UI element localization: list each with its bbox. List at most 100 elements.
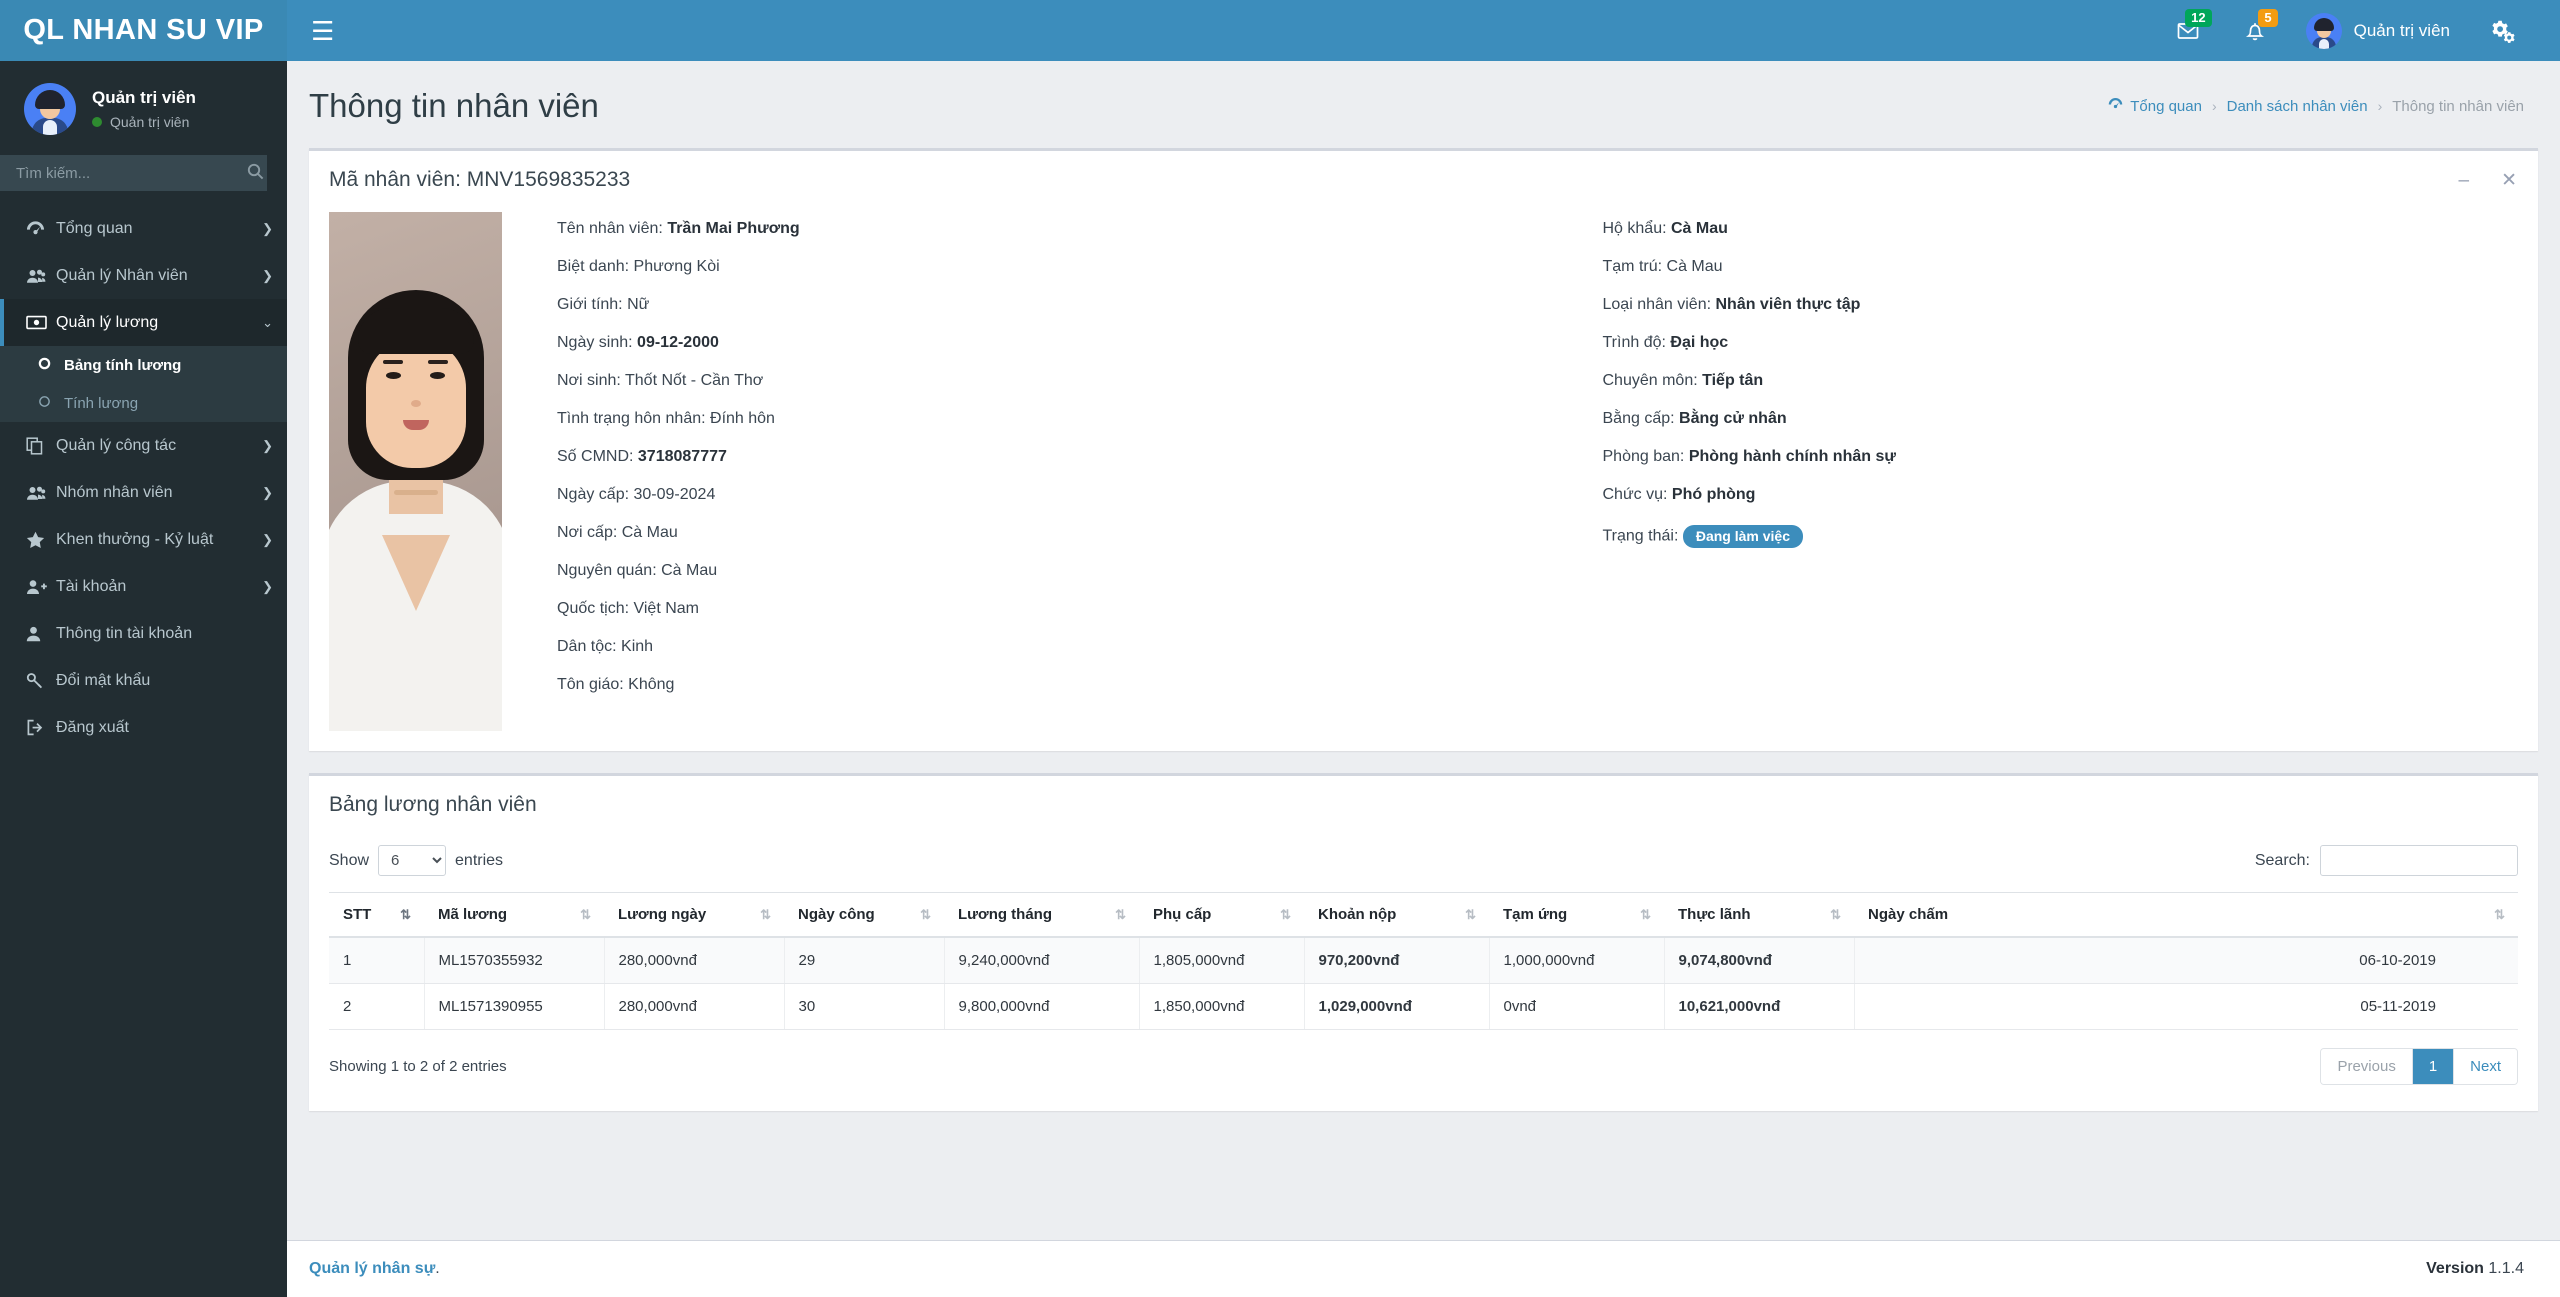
sidebar-item-quan-ly-nhan-vien[interactable]: Quản lý Nhân viên ❯ [0, 252, 287, 299]
circle-o-icon [38, 395, 64, 412]
table-search-input[interactable] [2320, 845, 2518, 876]
cell-luong-ngay: 280,000vnđ [604, 937, 785, 984]
notifications-button[interactable]: 5 [2222, 0, 2288, 61]
settings-button[interactable] [2468, 0, 2538, 61]
users-icon [26, 268, 56, 284]
navbar-right-group: 12 5 Quản trị viên [2154, 0, 2538, 61]
column-header-thuc-lanh[interactable]: Thực lãnh ⇅ [1664, 892, 1854, 938]
salary-card-title: Bảng lương nhân viên [329, 793, 537, 816]
footer: Quản lý nhân sự. Version 1.1.4 [287, 1240, 2560, 1297]
search-box[interactable] [0, 155, 267, 191]
sidebar-item-khen-thuong-ky-luat[interactable]: Khen thưởng - Kỷ luật ❯ [0, 516, 287, 563]
sort-icon: ⇅ [1115, 906, 1126, 922]
field-chuc-vu: Chức vụ: Phó phòng [1602, 486, 1756, 503]
employee-info-left: Tên nhân viên: Trần Mai Phương Biệt danh… [557, 212, 1473, 731]
footer-link[interactable]: Quản lý nhân sự [309, 1260, 435, 1277]
sidebar-item-label: Thông tin tài khoản [56, 624, 193, 642]
app-body: Quản trị viên Quản trị viên Tìm kiếm... … [0, 61, 2560, 1240]
sidebar-item-quan-ly-luong[interactable]: Quản lý lương ⌄ Bảng tính lương Tính lươ… [0, 299, 287, 422]
sidebar-item-thong-tin-tai-khoan[interactable]: Thông tin tài khoản [0, 610, 287, 657]
main-content: Thông tin nhân viên Tổng quan › Danh sác… [287, 61, 2560, 1240]
column-header-ngay-cong[interactable]: Ngày công ⇅ [784, 892, 944, 938]
breadcrumb-separator-icon: › [2377, 98, 2383, 114]
page-button-1[interactable]: 1 [2412, 1049, 2455, 1084]
page-length-select[interactable]: 6 10 25 50 100 [378, 845, 447, 876]
field-quoc-tich: Quốc tịch: Việt Nam [557, 600, 699, 617]
sidebar-item-tong-quan[interactable]: Tổng quan ❯ [0, 205, 287, 252]
column-header-luong-thang[interactable]: Lương tháng ⇅ [944, 892, 1139, 938]
field-ngay-sinh: Ngày sinh: 09-12-2000 [557, 334, 719, 351]
dashboard-icon [2108, 97, 2123, 115]
cell-luong-thang: 9,240,000vnđ [944, 937, 1140, 984]
notifications-badge: 5 [2258, 9, 2278, 28]
content-body: Mã nhân viên: MNV1569835233 – ✕ Tên nhân… [287, 148, 2560, 1240]
sidebar-item-tai-khoan[interactable]: Tài khoản ❯ [0, 563, 287, 610]
column-header-tam-ung[interactable]: Tạm ứng ⇅ [1489, 892, 1664, 938]
sidebar-user-role: Quản trị viên [110, 114, 190, 130]
field-noi-cap: Nơi cấp: Cà Mau [557, 524, 678, 541]
datatable-footer: Showing 1 to 2 of 2 entries Previous 1 N… [329, 1030, 2518, 1091]
search-input[interactable] [0, 164, 231, 182]
column-header-ngay-cham[interactable]: Ngày chấm ⇅ [1854, 892, 2518, 938]
cell-ngay-cham: 06-10-2019 [1854, 937, 2518, 984]
next-page-button[interactable]: Next [2454, 1049, 2517, 1084]
circle-icon [38, 357, 64, 374]
field-nguyen-quan: Nguyên quán: Cà Mau [557, 562, 718, 579]
status-badge: Đang làm việc [1682, 525, 1803, 548]
table-row[interactable]: 2 ML1571390955 280,000vnđ 30 9,800,000vn… [329, 983, 2518, 1030]
cell-khoan-nop: 970,200vnđ [1304, 937, 1490, 984]
sidebar-item-quan-ly-cong-tac[interactable]: Quản lý công tác ❯ [0, 422, 287, 469]
breadcrumb-label: Danh sách nhân viên [2226, 97, 2368, 115]
field-phong-ban: Phòng ban: Phòng hành chính nhân sự [1602, 448, 1896, 465]
gears-icon [2490, 19, 2516, 43]
sidebar-item-nhom-nhan-vien[interactable]: Nhóm nhân viên ❯ [0, 469, 287, 516]
previous-page-button[interactable]: Previous [2321, 1049, 2413, 1084]
cell-ma-luong: ML1570355932 [424, 937, 605, 984]
hamburger-icon[interactable]: ☰ [311, 18, 334, 44]
minimize-icon[interactable]: – [2455, 171, 2474, 190]
sidebar-item-label: Khen thưởng - Kỷ luật [56, 530, 214, 548]
close-icon[interactable]: ✕ [2497, 171, 2521, 190]
cell-luong-thang: 9,800,000vnđ [944, 983, 1140, 1030]
cell-ngay-cong: 29 [784, 937, 945, 984]
sidebar-item-label: Nhóm nhân viên [56, 483, 173, 501]
column-header-phu-cap[interactable]: Phụ cấp ⇅ [1139, 892, 1304, 938]
column-header-ma-luong[interactable]: Mã lương ⇅ [424, 892, 604, 938]
breadcrumb-label: Tổng quan [2130, 97, 2202, 115]
footer-wrap: Quản lý nhân sự. Version 1.1.4 [0, 1240, 2560, 1297]
sidebar-item-label: Đăng xuất [56, 718, 129, 736]
navbar-username: Quản trị viên [2353, 20, 2450, 40]
main-navbar: ☰ 12 5 Quản trị viên [287, 0, 2560, 61]
breadcrumb-item-tong-quan[interactable]: Tổng quan [2108, 97, 2202, 115]
sidebar-user-panel[interactable]: Quản trị viên Quản trị viên [0, 61, 287, 153]
column-header-khoan-nop[interactable]: Khoản nộp ⇅ [1304, 892, 1489, 938]
sort-icon: ⇅ [580, 906, 591, 922]
messages-button[interactable]: 12 [2154, 0, 2222, 61]
search-label: Search: [2254, 851, 2310, 869]
salary-table-head: STT ⇅ Mã lương ⇅ Lương ngày ⇅ Ngày công ⇅ [329, 892, 2518, 938]
cell-tam-ung: 1,000,000vnđ [1489, 937, 1665, 984]
employee-info-card: Mã nhân viên: MNV1569835233 – ✕ Tên nhân… [309, 148, 2538, 751]
breadcrumb-item-danh-sach-nhan-vien[interactable]: Danh sách nhân viên [2227, 98, 2368, 115]
top-bar: QL NHAN SU VIP ☰ 12 5 Quản trị viên [0, 0, 2560, 61]
sort-icon: ⇅ [1640, 906, 1651, 922]
sidebar-subitem-tinh-luong[interactable]: Tính lương [0, 384, 287, 422]
sidebar-item-label: Quản lý công tác [56, 436, 177, 454]
sidebar-item-doi-mat-khau[interactable]: Đổi mật khẩu [0, 657, 287, 704]
sidebar-search-row [0, 153, 287, 205]
column-header-luong-ngay[interactable]: Lương ngày ⇅ [604, 892, 784, 938]
brand-logo[interactable]: QL NHAN SU VIP [0, 0, 287, 61]
employee-photo-column [329, 212, 509, 731]
cell-khoan-nop: 1,029,000vnđ [1304, 983, 1490, 1030]
user-menu-button[interactable]: Quản trị viên [2288, 0, 2468, 61]
column-header-stt[interactable]: STT ⇅ [329, 892, 424, 938]
search-button[interactable] [231, 163, 280, 183]
sidebar-item-dang-xuat[interactable]: Đăng xuất [0, 704, 287, 751]
sort-icon: ⇅ [1465, 906, 1476, 922]
sidebar-subitem-bang-tinh-luong[interactable]: Bảng tính lương [0, 346, 287, 384]
dashboard-icon [26, 220, 56, 238]
table-row[interactable]: 1 ML1570355932 280,000vnđ 29 9,240,000vn… [329, 937, 2518, 984]
field-biet-danh: Biệt danh: Phương Kòi [557, 258, 720, 275]
footer-text: Quản lý nhân sự. [309, 1260, 440, 1277]
chevron-down-icon: ⌄ [262, 314, 273, 330]
